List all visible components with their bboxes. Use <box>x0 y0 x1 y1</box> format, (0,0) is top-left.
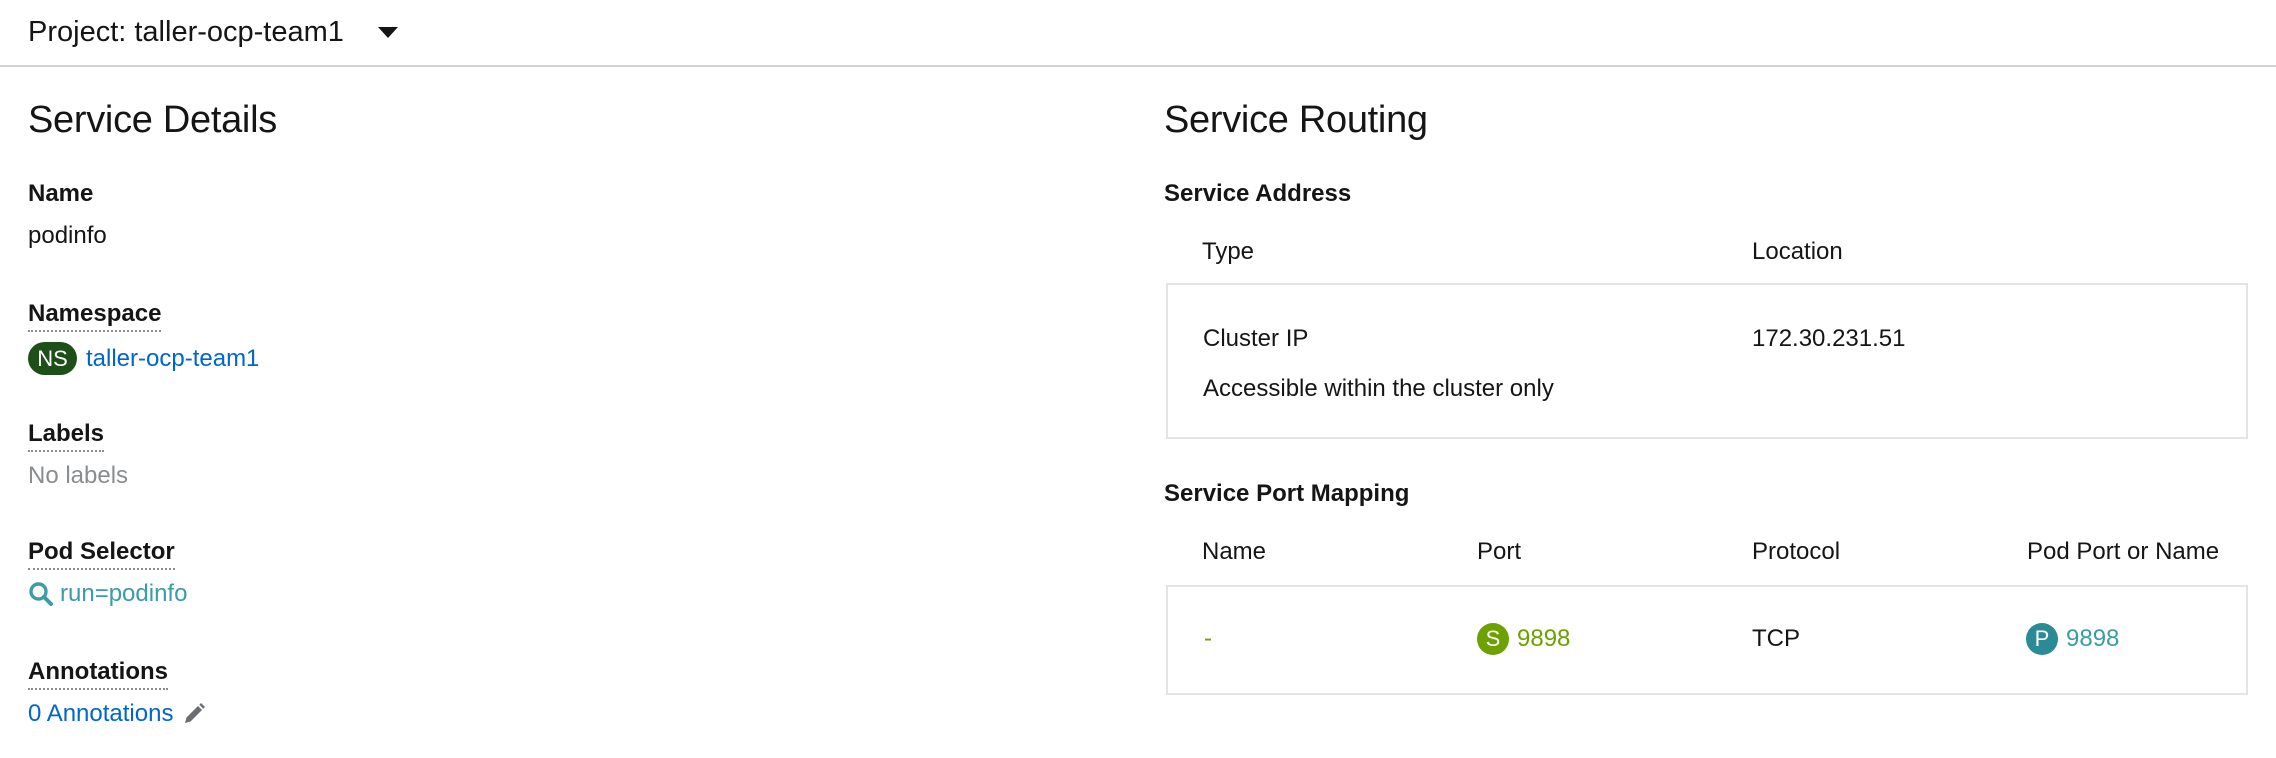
service-details-section: Service Details Name podinfo Namespace N… <box>28 67 1128 727</box>
address-col-type: Type <box>1202 238 1255 265</box>
service-badge: S <box>1477 623 1509 655</box>
pod-selector-label[interactable]: Pod Selector <box>28 538 175 570</box>
detail-namespace: Namespace NS taller-ocp-team1 <box>28 300 259 375</box>
port-link[interactable]: 9898 <box>1517 625 1570 653</box>
port-mapping-table: - S 9898 TCP P 9898 <box>1166 585 2248 695</box>
pod-port-link[interactable]: 9898 <box>2066 625 2119 653</box>
port-col-pod-port: Pod Port or Name <box>2027 538 2220 565</box>
service-routing-title: Service Routing <box>1164 99 1428 141</box>
detail-labels: Labels No labels <box>28 420 128 490</box>
address-location-value: 172.30.231.51 <box>1752 325 1906 352</box>
port-col-protocol: Protocol <box>1752 538 1841 565</box>
port-value[interactable]: S 9898 <box>1477 623 1570 655</box>
detail-pod-selector: Pod Selector run=podinfo <box>28 538 187 608</box>
port-mapping-heading: Service Port Mapping <box>1164 480 1410 507</box>
pod-selector-value[interactable]: run=podinfo <box>28 580 187 608</box>
namespace-badge: NS <box>28 342 77 375</box>
service-address-table: Cluster IP Accessible within the cluster… <box>1166 283 2248 439</box>
pencil-icon[interactable] <box>182 702 206 726</box>
labels-value: No labels <box>28 462 128 490</box>
labels-label[interactable]: Labels <box>28 420 105 452</box>
caret-down-icon[interactable] <box>377 27 398 38</box>
address-type-description: Accessible within the cluster only <box>1203 375 1554 402</box>
port-col-name: Name <box>1202 538 1267 565</box>
annotations-link[interactable]: 0 Annotations <box>28 700 173 728</box>
name-value: podinfo <box>28 222 107 250</box>
address-type-value: Cluster IP <box>1203 325 1309 352</box>
name-value-text: podinfo <box>28 222 107 249</box>
address-col-location: Location <box>1752 238 1843 265</box>
annotations-label[interactable]: Annotations <box>28 658 168 690</box>
pod-badge: P <box>2026 623 2058 655</box>
pod-selector-link[interactable]: run=podinfo <box>60 580 187 608</box>
namespace-value: NS taller-ocp-team1 <box>28 342 259 375</box>
service-address-heading: Service Address <box>1164 180 1352 207</box>
annotations-value[interactable]: 0 Annotations <box>28 700 206 728</box>
pod-port-value[interactable]: P 9898 <box>2026 623 2119 655</box>
protocol-value: TCP <box>1752 625 1800 652</box>
labels-value-text: No labels <box>28 462 129 489</box>
service-details-title: Service Details <box>28 99 277 141</box>
namespace-link[interactable]: taller-ocp-team1 <box>86 345 259 373</box>
namespace-label[interactable]: Namespace <box>28 300 162 332</box>
name-label: Name <box>28 180 94 207</box>
project-selector-label[interactable]: Project: taller-ocp-team1 <box>28 16 344 49</box>
detail-annotations: Annotations 0 Annotations <box>28 658 206 728</box>
detail-name: Name podinfo <box>28 180 107 250</box>
port-col-port: Port <box>1477 538 1522 565</box>
service-routing-section: Service Routing Service Address Type Loc… <box>1164 67 2248 695</box>
port-name-value: - <box>1204 625 1212 652</box>
search-icon <box>29 582 53 606</box>
project-bar: Project: taller-ocp-team1 <box>0 0 2276 67</box>
